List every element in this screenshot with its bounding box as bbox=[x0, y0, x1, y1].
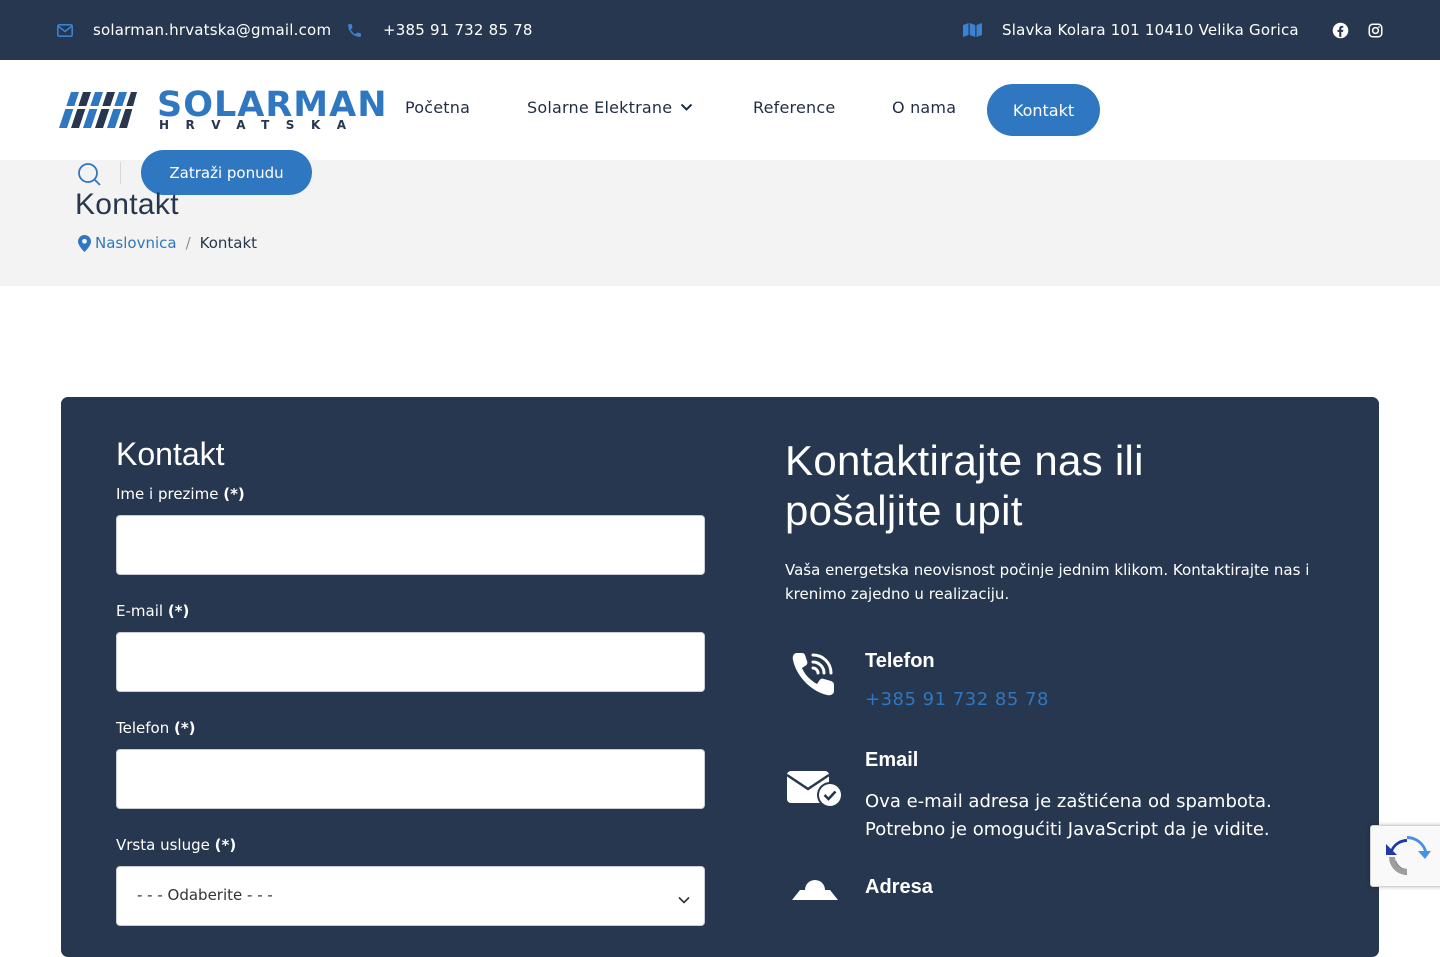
service-label: Vrsta usluge (*) bbox=[116, 836, 236, 854]
topbar-address-text: Slavka Kolara 101 10410 Velika Gorica bbox=[1002, 21, 1299, 39]
breadcrumb-current: Kontakt bbox=[199, 234, 258, 252]
site-header: SOLARMAN HRVATSKA Početna Solarne Elektr… bbox=[0, 60, 1440, 160]
phone-heading: Telefon bbox=[865, 650, 935, 672]
top-bar: solarman.hrvatska@gmail.com +385 91 732 … bbox=[0, 0, 1440, 60]
nav-home[interactable]: Početna bbox=[405, 98, 470, 117]
instagram-icon[interactable] bbox=[1368, 0, 1383, 60]
required-mark: (*) bbox=[214, 836, 237, 854]
divider bbox=[120, 162, 121, 184]
info-title: Kontaktirajte nas ili pošaljite upit bbox=[785, 437, 1144, 534]
topbar-address: Slavka Kolara 101 10410 Velika Gorica bbox=[963, 0, 1299, 60]
chevron-down-icon bbox=[680, 103, 693, 112]
location-pin-icon bbox=[78, 234, 91, 252]
nav-about[interactable]: O nama bbox=[892, 98, 956, 117]
address-icon bbox=[790, 878, 840, 904]
phone-link[interactable]: +385 91 732 85 78 bbox=[865, 689, 1049, 710]
recaptcha-icon bbox=[1386, 836, 1431, 875]
topbar-email[interactable]: solarman.hrvatska@gmail.com bbox=[57, 0, 331, 60]
breadcrumb-home-link[interactable]: Naslovnica bbox=[95, 234, 177, 252]
facebook-icon[interactable] bbox=[1332, 0, 1349, 60]
page-title: Kontakt bbox=[75, 188, 179, 221]
chevron-down-icon bbox=[678, 889, 690, 908]
name-label-text: Ime i prezime bbox=[116, 485, 219, 503]
recaptcha-badge[interactable] bbox=[1370, 825, 1440, 887]
required-mark: (*) bbox=[167, 602, 190, 620]
phone-label-text: Telefon bbox=[116, 719, 170, 737]
breadcrumb-separator: / bbox=[185, 234, 191, 252]
topbar-email-text[interactable]: solarman.hrvatska@gmail.com bbox=[93, 21, 331, 39]
nav-contact-button[interactable]: Kontakt bbox=[987, 84, 1100, 136]
nav-solar-plants-label: Solarne Elektrane bbox=[527, 98, 673, 117]
nav-references[interactable]: Reference bbox=[753, 98, 835, 117]
logo-subtitle: HRVATSKA bbox=[159, 118, 363, 132]
email-heading: Email bbox=[865, 749, 919, 771]
envelope-icon bbox=[57, 23, 73, 37]
email-label-text: E-mail bbox=[116, 602, 164, 620]
phone-field[interactable] bbox=[116, 749, 705, 809]
address-heading: Adresa bbox=[865, 876, 933, 898]
topbar-phone[interactable]: +385 91 732 85 78 bbox=[346, 0, 533, 60]
required-mark: (*) bbox=[223, 485, 245, 503]
site-logo[interactable]: SOLARMAN HRVATSKA bbox=[57, 85, 387, 132]
name-label: Ime i prezime (*) bbox=[116, 485, 245, 503]
email-protected-text: Ova e-mail adresa je zaštićena od spambo… bbox=[865, 791, 1272, 840]
email-check-icon bbox=[786, 769, 844, 813]
info-text: Vaša energetska neovisnost počinje jedni… bbox=[785, 561, 1310, 603]
phone-icon bbox=[346, 22, 363, 39]
nav-solar-plants[interactable]: Solarne Elektrane bbox=[527, 98, 693, 117]
phone-label: Telefon (*) bbox=[116, 719, 196, 737]
phone-call-icon bbox=[790, 649, 840, 703]
map-icon bbox=[963, 23, 982, 38]
search-icon[interactable] bbox=[76, 161, 102, 187]
email-field[interactable] bbox=[116, 632, 705, 692]
email-label: E-mail (*) bbox=[116, 602, 189, 620]
service-label-text: Vrsta usluge bbox=[116, 836, 210, 854]
form-title: Kontakt bbox=[116, 436, 225, 472]
service-select[interactable]: - - - Odaberite - - - bbox=[116, 866, 705, 926]
required-mark: (*) bbox=[173, 719, 196, 737]
service-select-value: - - - Odaberite - - - bbox=[137, 886, 273, 904]
breadcrumb: Naslovnica / Kontakt bbox=[78, 234, 257, 252]
name-field[interactable] bbox=[116, 515, 705, 575]
topbar-phone-text[interactable]: +385 91 732 85 78 bbox=[383, 21, 533, 39]
